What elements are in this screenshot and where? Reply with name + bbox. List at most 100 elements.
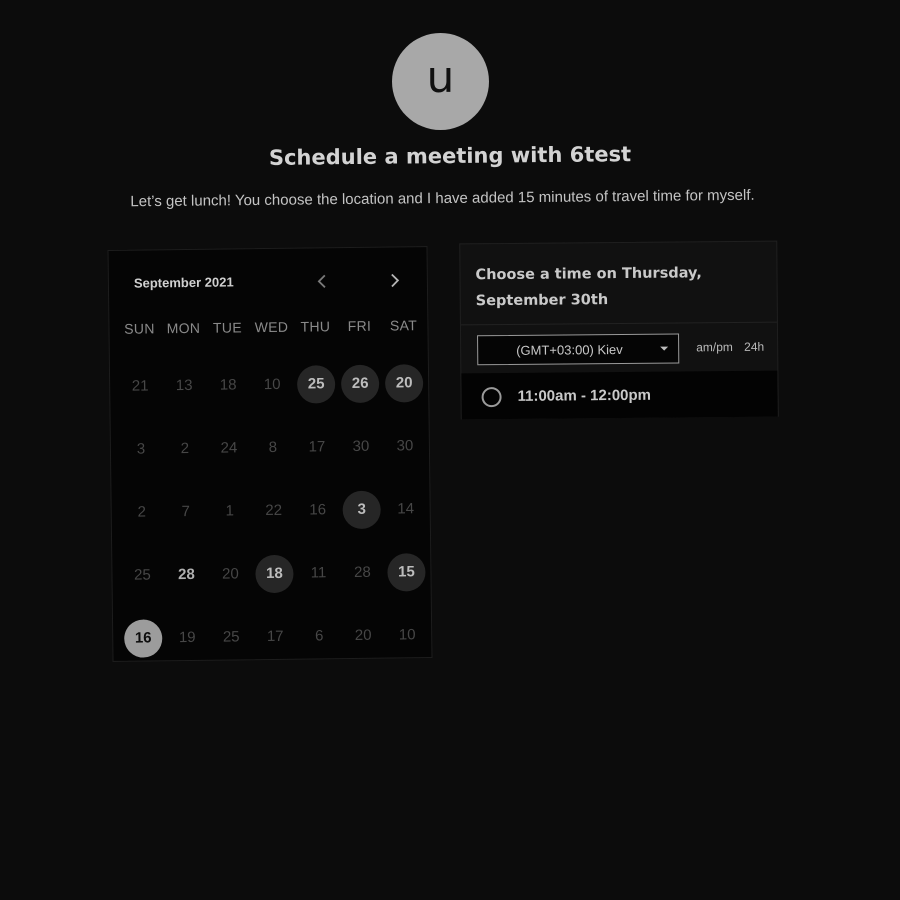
day-cell: 17 [295, 415, 340, 479]
day: 25 [222, 628, 240, 646]
day-available[interactable]: 26 [340, 364, 380, 403]
day-available[interactable]: 18 [255, 554, 294, 593]
day: 7 [181, 502, 190, 521]
day: 30 [396, 437, 414, 455]
day: 13 [175, 376, 193, 395]
day-cell: 15 [384, 540, 429, 604]
weekday-label: FRI [347, 317, 372, 335]
page-description: Let’s get lunch! You choose the location… [130, 186, 755, 211]
chevron-left-icon [317, 274, 326, 288]
day-available[interactable]: 3 [342, 490, 381, 529]
day: 1 [225, 502, 234, 520]
day-cell: 6 [297, 604, 342, 668]
day-cell: 2 [119, 480, 164, 544]
day: 16 [309, 501, 327, 519]
day-cell: 3 [339, 478, 384, 542]
day: 20 [222, 565, 239, 583]
weekday-label: TUE [212, 319, 243, 336]
weekday-label: MON [166, 319, 201, 337]
day: 19 [178, 628, 196, 647]
day-cell: 24 [207, 416, 252, 480]
day-cell: 28 [340, 541, 385, 605]
day-cell: 3 [119, 417, 164, 481]
day-cell: 16 [121, 606, 166, 670]
day: 24 [220, 439, 238, 457]
day-available[interactable]: 15 [387, 552, 426, 592]
weekday-label: THU [300, 318, 331, 335]
day: 22 [265, 501, 283, 520]
day: 21 [131, 377, 149, 395]
day: 2 [180, 439, 190, 458]
day: 10 [398, 626, 416, 644]
format-24h-toggle[interactable]: 24h [744, 340, 764, 354]
day-cell: 11 [296, 541, 341, 605]
weekday-label: WED [254, 318, 289, 336]
day-grid: 21 13 18 10 25 26 20 3 2 24 8 17 30 30 2 7 1 22 16 3 14 25 28 2… [118, 351, 430, 670]
chevron-right-icon [391, 273, 400, 288]
weekday-header: SUN MON TUE WED THU FRI SAT [117, 317, 425, 337]
time-panel-title: Choose a time on Thursday, September 30t… [475, 265, 702, 310]
day: 25 [134, 566, 151, 584]
day-cell: 30 [383, 414, 428, 478]
divider [460, 321, 777, 326]
day-cell: 18 [206, 353, 251, 417]
day-cell: 25 [294, 352, 339, 416]
day: 11 [310, 564, 327, 582]
time-slot[interactable]: 11:00am - 12:00pm [461, 370, 778, 420]
next-month-button[interactable] [384, 269, 406, 291]
day-cell: 17 [253, 605, 298, 669]
day-cell: 16 [295, 478, 340, 542]
day-selected[interactable]: 16 [124, 618, 163, 658]
day[interactable]: 28 [167, 555, 205, 593]
day-cell: 14 [383, 477, 428, 541]
day-cell: 25 [209, 605, 254, 669]
format-ampm-toggle[interactable]: am/pm [696, 340, 733, 354]
day-cell: 2 [163, 417, 208, 481]
day: 2 [137, 503, 146, 521]
day-cell: 20 [341, 604, 386, 668]
day: 20 [354, 626, 372, 644]
day: 17 [308, 438, 326, 456]
day-cell: 10 [250, 353, 295, 417]
day-cell: 30 [339, 415, 384, 479]
time-slot-label: 11:00am - 12:00pm [517, 386, 652, 405]
day: 8 [268, 438, 278, 457]
caret-down-icon [660, 346, 669, 351]
timezone-value: (GMT+03:00) Kiev [516, 341, 623, 358]
day-cell: 20 [382, 351, 427, 415]
day-cell: 8 [251, 416, 296, 480]
day-cell: 22 [251, 479, 296, 543]
day: 18 [219, 376, 237, 394]
time-panel: Choose a time on Thursday, September 30t… [459, 240, 779, 420]
day-cell: 19 [165, 606, 210, 670]
day-cell: 28 [164, 543, 209, 607]
day-cell: 26 [338, 352, 383, 416]
day: 10 [263, 375, 281, 394]
avatar-initial: u [426, 52, 455, 103]
day-cell: 25 [120, 543, 165, 607]
day-cell: 18 [252, 542, 297, 606]
day: 6 [314, 627, 324, 645]
day-available[interactable]: 25 [296, 364, 336, 404]
avatar: u [392, 33, 489, 130]
day-cell: 1 [207, 479, 252, 543]
month-label: September 2021 [133, 274, 234, 291]
prev-month-button[interactable] [311, 270, 333, 292]
weekday-label: SAT [389, 317, 418, 334]
day-available[interactable]: 20 [384, 363, 424, 403]
calendar: September 2021 SUN MON TUE WED THU FRI SAT 21 1… [107, 246, 433, 662]
page-title: Schedule a meeting with 6test [268, 142, 632, 170]
day-cell: 10 [385, 603, 430, 667]
day-cell: 13 [162, 354, 207, 418]
day: 28 [354, 563, 371, 581]
day: 14 [397, 500, 415, 518]
day-cell: 7 [163, 480, 208, 544]
day: 3 [136, 440, 146, 458]
calendar-header: September 2021 [134, 272, 409, 295]
day-cell: 21 [118, 354, 163, 418]
weekday-label: SUN [124, 320, 155, 337]
timezone-select[interactable]: (GMT+03:00) Kiev [477, 333, 680, 366]
radio-button[interactable] [481, 387, 502, 408]
day: 30 [352, 437, 370, 455]
day: 17 [266, 627, 284, 646]
